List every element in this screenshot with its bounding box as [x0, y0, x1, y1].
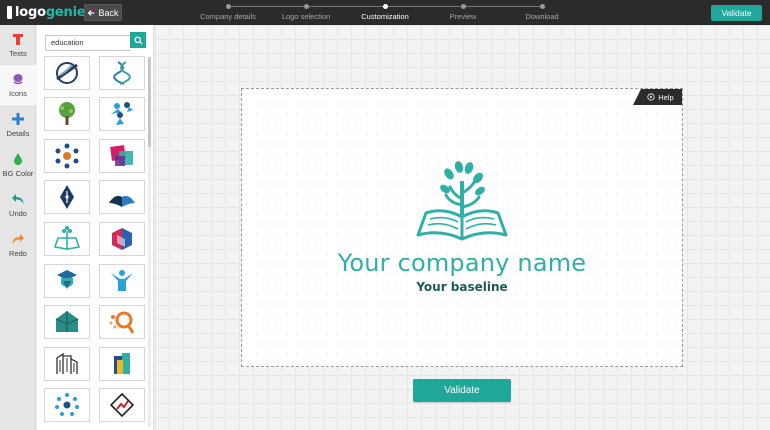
- baseline-text[interactable]: Your baseline: [242, 280, 682, 294]
- company-name-text[interactable]: Your company name: [242, 249, 682, 277]
- pen-nib-icon: [60, 185, 74, 209]
- logo-mark-icon: [7, 6, 12, 19]
- tool-label: Icons: [9, 89, 27, 98]
- tool-label: Details: [6, 129, 30, 138]
- top-bar: logo genie Back Company details Logo sel…: [0, 0, 770, 25]
- stacked-books-icon: [114, 353, 130, 374]
- icon-option-graduate-cap[interactable]: [44, 264, 90, 298]
- house-gem-icon: [55, 311, 79, 332]
- icon-option-color-squares[interactable]: [99, 139, 145, 173]
- raised-hands-icon: [111, 270, 133, 291]
- color-squares-icon: [110, 145, 133, 166]
- tool-label: BG Color: [2, 169, 34, 178]
- tool-icons[interactable]: Icons: [0, 65, 36, 105]
- blue-cube-icon: [112, 228, 132, 250]
- icon-option-green-tree[interactable]: [44, 97, 90, 131]
- icon-option-building-columns[interactable]: [44, 347, 90, 381]
- workspace: Help Your company name Your baseline Val…: [155, 25, 770, 430]
- progress-steps: Company details Logo selection Customiza…: [200, 0, 560, 25]
- icons-drop-icon: [13, 74, 23, 85]
- step-dot: [382, 4, 388, 9]
- step-label: Download: [525, 12, 559, 21]
- step-logo-selection[interactable]: Logo selection: [266, 0, 346, 21]
- step-label: Preview: [449, 12, 477, 21]
- step-customization[interactable]: Customization: [345, 0, 425, 21]
- book-tree-icon: [53, 226, 81, 250]
- logo-word-part2: genie: [45, 5, 86, 20]
- open-book-wave-icon: [109, 195, 135, 207]
- play-circle-icon: [647, 93, 655, 101]
- tool-rail: Texts Icons Details BG Color Undo Redo: [0, 25, 36, 430]
- step-preview[interactable]: Preview: [423, 0, 503, 21]
- icon-option-book-tree[interactable]: [44, 222, 90, 256]
- tool-label: Redo: [9, 249, 27, 258]
- icon-option-pen-nib[interactable]: [44, 180, 90, 214]
- search-button[interactable]: [130, 32, 146, 48]
- search-icon: [133, 35, 143, 45]
- people-circle-icon: [55, 143, 79, 169]
- validate-button[interactable]: Validate: [413, 379, 511, 402]
- logogenie-logo[interactable]: logo genie: [7, 4, 86, 21]
- icon-option-diamond-chart[interactable]: [99, 388, 145, 422]
- icon-option-people-group[interactable]: [99, 97, 145, 131]
- arrow-left-icon: [88, 9, 95, 16]
- tool-undo[interactable]: Undo: [0, 185, 36, 225]
- text-t-icon: [13, 34, 23, 45]
- undo-arrow-icon: [12, 194, 24, 204]
- panel-scrollbar-thumb[interactable]: [148, 57, 151, 147]
- graduate-cap-icon: [57, 270, 77, 289]
- step-label: Customization: [361, 12, 409, 21]
- icon-option-stacked-books[interactable]: [99, 347, 145, 381]
- help-button[interactable]: Help: [633, 89, 682, 105]
- color-drop-icon: [14, 153, 22, 165]
- icon-option-raised-hands[interactable]: [99, 264, 145, 298]
- globe-swoosh-icon: [56, 62, 78, 84]
- icon-option-dna-figure[interactable]: [99, 56, 145, 90]
- step-label: Logo selection: [281, 12, 331, 21]
- step-dot: [539, 4, 545, 9]
- back-button-label: Back: [98, 7, 119, 18]
- dots-circle-icon: [55, 393, 79, 416]
- plus-icon: [12, 113, 24, 125]
- help-label: Help: [658, 92, 674, 102]
- dna-figure-icon: [113, 61, 131, 85]
- green-tree-icon: [59, 102, 75, 125]
- icon-option-house-gem[interactable]: [44, 305, 90, 339]
- logo-word-part1: logo: [15, 5, 46, 20]
- redo-arrow-icon: [12, 234, 24, 244]
- tool-label: Undo: [9, 209, 27, 218]
- icon-search-input[interactable]: [45, 34, 131, 51]
- step-download[interactable]: Download: [502, 0, 582, 21]
- step-company-details[interactable]: Company details: [188, 0, 268, 21]
- icon-option-people-circle[interactable]: [44, 139, 90, 173]
- icon-option-dots-circle[interactable]: [44, 388, 90, 422]
- tool-bg-color[interactable]: BG Color: [0, 145, 36, 185]
- step-dot: [303, 4, 309, 9]
- step-label: Company details: [200, 12, 256, 21]
- icon-search: [45, 32, 146, 51]
- icon-option-magnifier-dots[interactable]: [99, 305, 145, 339]
- step-dot: [460, 4, 466, 9]
- back-button[interactable]: Back: [84, 4, 122, 21]
- tool-redo[interactable]: Redo: [0, 225, 36, 265]
- book-tree-icon[interactable]: [412, 159, 512, 241]
- validate-top-button[interactable]: Validate: [711, 5, 762, 21]
- tool-label: Texts: [9, 49, 27, 58]
- icon-option-blue-cube[interactable]: [99, 222, 145, 256]
- icon-panel: [37, 25, 154, 430]
- building-columns-icon: [56, 352, 78, 374]
- tool-texts[interactable]: Texts: [0, 25, 36, 65]
- tool-details[interactable]: Details: [0, 105, 36, 145]
- diamond-chart-icon: [109, 392, 135, 418]
- icon-option-globe-swoosh[interactable]: [44, 56, 90, 90]
- people-group-icon: [111, 102, 133, 125]
- logo-canvas[interactable]: Help Your company name Your baseline: [241, 88, 683, 367]
- magnifier-dots-icon: [109, 311, 135, 334]
- step-dot: [225, 4, 231, 9]
- icon-option-open-book-wave[interactable]: [99, 180, 145, 214]
